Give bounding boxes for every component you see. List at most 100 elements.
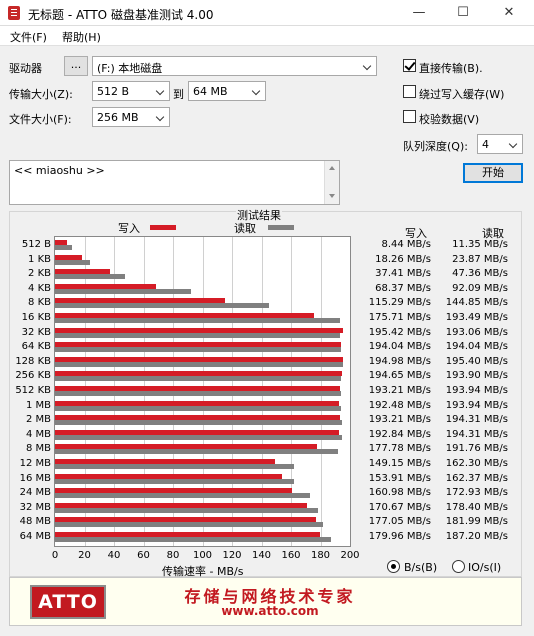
unit-bytes-radio[interactable] — [387, 560, 400, 573]
transfer-to-label: 到 — [173, 88, 184, 101]
app-icon — [8, 6, 20, 20]
read-bar — [55, 259, 91, 265]
read-bar — [55, 478, 295, 484]
x-axis-tick-label: 100 — [192, 550, 213, 561]
read-bar — [55, 303, 269, 309]
file-size-select[interactable]: 256 MB — [92, 107, 170, 127]
write-value: 194.98 MB/s — [368, 355, 431, 367]
chevron-down-icon — [506, 135, 522, 153]
verify-data-checkbox[interactable] — [403, 110, 416, 123]
verify-data-label: 校验数据(V) — [419, 113, 480, 126]
legend-read-label: 读取 — [234, 222, 256, 235]
read-bar — [55, 347, 342, 353]
maximize-button[interactable]: ☐ — [440, 0, 486, 26]
transfer-size-row-label: 512 KB — [15, 385, 51, 396]
write-value: 193.21 MB/s — [368, 414, 431, 426]
transfer-from-select[interactable]: 512 B — [92, 81, 170, 101]
x-axis-tick-label: 40 — [107, 550, 121, 561]
transfer-size-row-label: 24 MB — [19, 487, 51, 499]
read-bar — [55, 391, 342, 396]
banner-website[interactable]: www.atto.com — [160, 604, 380, 618]
read-bar — [55, 274, 125, 280]
x-axis-tick-label: 180 — [310, 550, 331, 561]
atto-banner[interactable]: ATTO 存储与网络技术专家 www.atto.com — [9, 577, 522, 626]
read-value: 193.94 MB/s — [445, 385, 508, 396]
unit-bytes-label: B/s(B) — [404, 561, 438, 574]
read-value: 193.94 MB/s — [445, 399, 508, 411]
drive-label: 驱动器 — [9, 62, 42, 75]
transfer-size-row-label: 128 KB — [15, 355, 51, 367]
read-value: 194.04 MB/s — [445, 341, 508, 353]
scroll-down-icon[interactable] — [329, 194, 335, 198]
read-value: 92.09 MB/s — [452, 282, 508, 294]
bypass-cache-label: 绕过写入缓存(W) — [419, 88, 505, 101]
x-axis-tick-label: 120 — [222, 550, 242, 561]
minimize-button[interactable]: — — [396, 0, 442, 26]
write-value: 153.91 MB/s — [368, 472, 431, 484]
write-value: 195.42 MB/s — [368, 326, 431, 338]
transfer-size-row-label: 32 KB — [21, 326, 51, 338]
read-bar — [55, 464, 295, 469]
write-value: 170.67 MB/s — [368, 501, 431, 513]
queue-depth-value: 4 — [482, 138, 489, 151]
menu-file[interactable]: 文件(F) — [10, 29, 47, 45]
legend-write-swatch — [150, 225, 176, 230]
write-value: 160.98 MB/s — [368, 487, 431, 499]
x-axis-tick-label: 160 — [281, 550, 301, 561]
legend-write-label: 写入 — [118, 222, 140, 235]
transfer-size-row-label: 16 KB — [21, 312, 51, 323]
read-bar — [55, 332, 340, 338]
legend-read-swatch — [268, 225, 294, 230]
direct-io-checkbox[interactable] — [403, 59, 416, 72]
read-value: 23.87 MB/s — [452, 253, 508, 265]
read-value: 195.40 MB/s — [445, 355, 508, 367]
write-value: 37.41 MB/s — [375, 268, 431, 280]
description-scrollbar[interactable] — [324, 161, 339, 204]
write-value: 179.96 MB/s — [368, 531, 431, 542]
start-button[interactable]: 开始 — [463, 163, 523, 183]
transfer-size-row-label: 16 MB — [19, 472, 51, 484]
read-value: 194.31 MB/s — [445, 414, 508, 426]
drive-select[interactable]: (F:) 本地磁盘 — [92, 56, 377, 76]
read-value: 172.93 MB/s — [445, 487, 508, 499]
write-value: 194.65 MB/s — [368, 370, 431, 382]
chevron-down-icon — [360, 57, 376, 75]
read-value: 11.35 MB/s — [452, 239, 508, 250]
transfer-size-row-label: 32 MB — [19, 501, 51, 513]
read-bar — [55, 361, 344, 367]
unit-io-radio[interactable] — [452, 560, 465, 573]
read-bar — [55, 318, 341, 323]
read-bar — [55, 245, 72, 250]
browse-button[interactable]: ... — [64, 56, 88, 76]
menu-bar: 文件(F) 帮助(H) — [0, 26, 534, 46]
close-button[interactable]: ✕ — [486, 0, 532, 26]
drive-select-value: (F:) 本地磁盘 — [97, 62, 163, 75]
write-value: 18.26 MB/s — [375, 253, 431, 265]
read-value: 144.85 MB/s — [445, 297, 508, 309]
read-bar — [55, 288, 191, 294]
transfer-to-value: 64 MB — [193, 85, 228, 98]
read-value: 193.06 MB/s — [445, 326, 508, 338]
transfer-to-select[interactable]: 64 MB — [188, 81, 266, 101]
unit-io-label: IO/s(I) — [468, 561, 502, 574]
transfer-size-row-label: 2 KB — [28, 268, 51, 280]
menu-help[interactable]: 帮助(H) — [62, 29, 101, 45]
read-value: 162.37 MB/s — [445, 472, 508, 484]
write-value: 192.84 MB/s — [368, 428, 431, 440]
write-value: 8.44 MB/s — [381, 239, 431, 250]
description-textarea[interactable]: << miaoshu >> — [9, 160, 340, 205]
write-value: 68.37 MB/s — [375, 282, 431, 294]
description-text: << miaoshu >> — [14, 164, 105, 177]
queue-depth-select[interactable]: 4 — [477, 134, 523, 154]
x-axis-tick-label: 140 — [251, 550, 272, 561]
chevron-down-icon — [153, 108, 169, 126]
read-value: 181.99 MB/s — [445, 516, 508, 528]
transfer-size-row-label: 64 MB — [19, 531, 51, 542]
read-value: 178.40 MB/s — [445, 501, 508, 513]
bypass-cache-checkbox[interactable] — [403, 85, 416, 98]
transfer-size-row-label: 1 KB — [28, 253, 51, 265]
write-value: 193.21 MB/s — [368, 385, 431, 396]
x-axis-tick-label: 0 — [51, 550, 59, 561]
scroll-up-icon[interactable] — [329, 166, 335, 170]
chevron-down-icon — [249, 82, 265, 100]
